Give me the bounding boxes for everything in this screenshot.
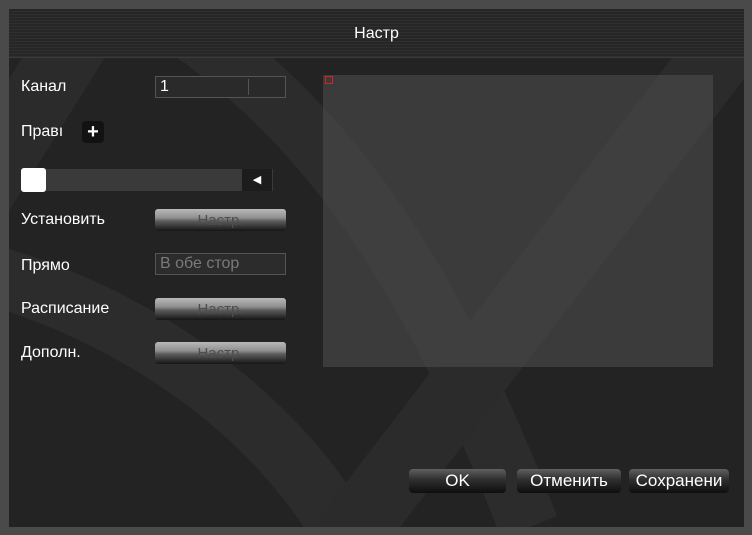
schedule-label: Расписание: [21, 300, 110, 317]
settings-dialog: Настр Канал 1 Правı + ◀ Установить Настр…: [9, 9, 744, 527]
channel-label: Канал: [21, 78, 67, 95]
advanced-setup-button[interactable]: Настр.: [155, 342, 286, 364]
schedule-setup-button[interactable]: Настр.: [155, 298, 286, 320]
dialog-title: Настр: [354, 25, 399, 42]
channel-value: 1: [160, 78, 169, 95]
title-bar: Настр: [9, 9, 744, 58]
direction-select[interactable]: В обе стор: [155, 253, 286, 275]
channel-select[interactable]: 1: [155, 76, 286, 98]
roi-marker[interactable]: [325, 76, 333, 84]
set-setup-button[interactable]: Настр.: [155, 209, 286, 231]
slider-arrow-button[interactable]: ◀: [242, 169, 272, 191]
triangle-left-icon: ◀: [252, 174, 262, 186]
direction-label: Прямо: [21, 257, 70, 274]
ok-button[interactable]: OK: [409, 469, 506, 493]
advanced-label: Дополн.: [21, 344, 81, 361]
slider-thumb[interactable]: [21, 168, 46, 192]
add-rule-button[interactable]: +: [82, 121, 104, 143]
cancel-button[interactable]: Отменить: [517, 469, 621, 493]
rule-label: Правı: [21, 123, 64, 140]
set-label: Установить: [21, 211, 105, 228]
save-button[interactable]: Сохранени: [629, 469, 729, 493]
sensitivity-slider[interactable]: [21, 169, 273, 191]
video-preview-area[interactable]: [323, 75, 713, 367]
dropdown-separator: [248, 79, 249, 95]
plus-icon: +: [87, 121, 99, 143]
